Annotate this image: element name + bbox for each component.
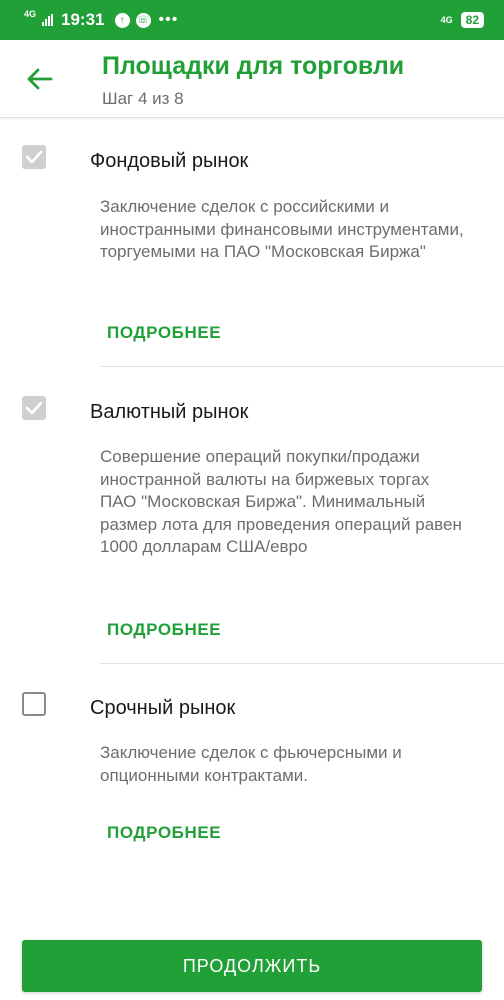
arrow-left-icon	[27, 68, 53, 90]
network-type: 4G	[24, 8, 37, 19]
option-currency-market: Валютный рынок Совершение операций покуп…	[0, 368, 504, 664]
signal-icon	[42, 14, 54, 26]
more-link[interactable]: ПОДРОБНЕЕ	[107, 323, 221, 343]
option-description: Совершение операций покупки/продажи инос…	[100, 447, 462, 556]
back-button[interactable]	[22, 62, 56, 96]
network-type-right: 4G	[440, 15, 453, 25]
option-description: Заключение сделок с российскими и иностр…	[100, 197, 464, 261]
option-derivatives-market: Срочный рынок Заключение сделок с фьючер…	[0, 664, 504, 884]
step-indicator: Шаг 4 из 8	[102, 89, 184, 108]
check-icon	[25, 150, 43, 164]
more-link[interactable]: ПОДРОБНЕЕ	[107, 823, 221, 843]
option-title: Валютный рынок	[90, 401, 249, 423]
battery-level: 82	[465, 13, 479, 27]
option-description: Заключение сделок с фьючерсными и опцион…	[100, 743, 402, 785]
viber-icon: ☏	[135, 12, 151, 28]
more-notifications-icon: •••	[158, 11, 179, 28]
checkbox-currency-market[interactable]	[22, 396, 46, 420]
divider	[100, 366, 504, 367]
checkbox-stock-market[interactable]	[22, 145, 46, 169]
check-icon	[25, 401, 43, 415]
page-title: Площадки для торговли	[102, 52, 405, 80]
upload-icon: ↑	[114, 12, 130, 28]
status-time: 19:31	[61, 10, 105, 29]
status-bar: 4G 19:31 ↑ ☏ ••• 4G 82	[0, 0, 504, 40]
option-title: Срочный рынок	[90, 697, 236, 719]
option-title: Фондовый рынок	[90, 150, 249, 172]
app-bar: Площадки для торговли Шаг 4 из 8	[0, 40, 504, 118]
option-stock-market: Фондовый рынок Заключение сделок с росси…	[0, 118, 504, 368]
more-link[interactable]: ПОДРОБНЕЕ	[107, 620, 221, 640]
battery-icon: 82	[460, 12, 484, 28]
checkbox-derivatives-market[interactable]	[22, 692, 46, 716]
continue-button[interactable]: ПРОДОЛЖИТЬ	[22, 940, 482, 992]
